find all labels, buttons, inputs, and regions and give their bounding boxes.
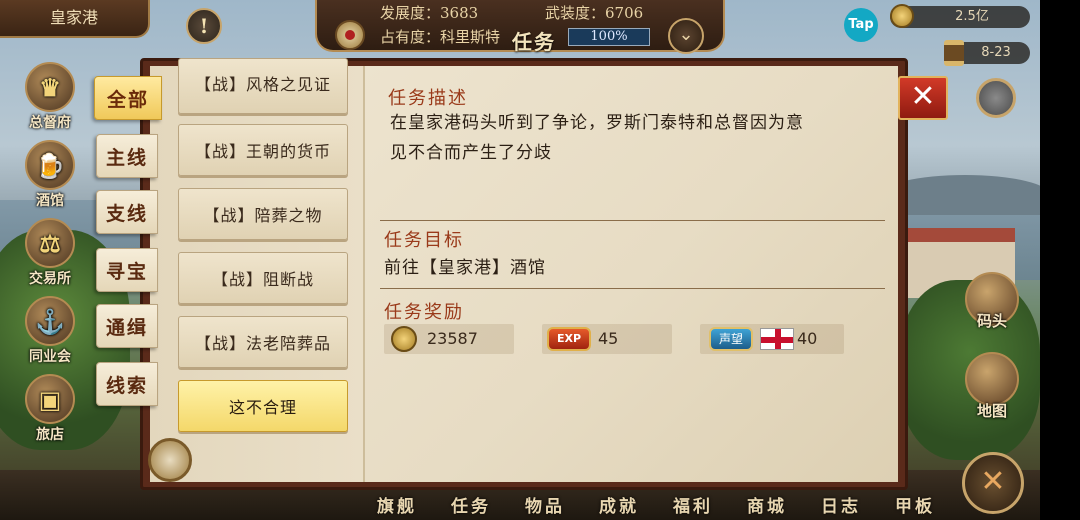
crossed-swords-icon[interactable]: ✕ bbox=[962, 452, 1024, 514]
quest-item[interactable]: 【战】陪葬之物 bbox=[178, 188, 348, 240]
desc-line: 在皇家港码头听到了争论，罗斯门泰特和总督因为意 bbox=[390, 113, 804, 133]
city-button-label: 交易所 bbox=[29, 271, 71, 287]
dock-label: 码头 bbox=[976, 312, 1007, 330]
screen-title: 任务 bbox=[512, 30, 556, 54]
quest-item-selected[interactable]: 这不合理 bbox=[178, 380, 348, 432]
reputation-icon: 声望 bbox=[709, 327, 753, 351]
city-button-label: 同业会 bbox=[29, 349, 71, 365]
desc-line: 见不合而产生了分歧 bbox=[390, 143, 552, 163]
nav-log[interactable]: 日志 bbox=[804, 492, 878, 520]
tab-all[interactable]: 全部 bbox=[94, 76, 162, 120]
desc-heading: 任务描述 bbox=[388, 88, 468, 109]
nav-deck[interactable]: 甲板 bbox=[878, 492, 952, 520]
chest-icon: ▣ bbox=[25, 374, 75, 424]
nav-quests[interactable]: 任务 bbox=[434, 492, 508, 520]
map-scroll-icon bbox=[965, 352, 1019, 406]
exp-icon: EXP bbox=[547, 327, 591, 351]
occupancy-percent: 100% bbox=[590, 29, 628, 44]
anchor-shield-icon: ⚓ bbox=[25, 296, 75, 346]
city-button-inn[interactable]: ▣ 旅店 bbox=[22, 374, 78, 444]
port-name[interactable]: 皇家港 bbox=[0, 0, 150, 38]
map-button[interactable]: 地图 bbox=[962, 352, 1022, 421]
tab-clues[interactable]: 线索 bbox=[96, 362, 158, 406]
divider bbox=[380, 220, 885, 221]
occupancy-stat: 占有度：科里斯特 bbox=[380, 28, 501, 46]
compass-icon[interactable] bbox=[148, 438, 192, 482]
screen-edge bbox=[1040, 0, 1080, 520]
reward-reputation: 40 bbox=[797, 329, 818, 348]
tap-button[interactable]: Tap bbox=[844, 8, 878, 42]
nav-achievements[interactable]: 成就 bbox=[582, 492, 656, 520]
dock-button[interactable]: 码头 bbox=[962, 272, 1022, 331]
reward-heading: 任务奖励 bbox=[384, 302, 464, 323]
nav-items[interactable]: 物品 bbox=[508, 492, 582, 520]
city-button-tavern[interactable]: 🍺 酒馆 bbox=[22, 140, 78, 210]
quest-item[interactable]: 【战】阻断战 bbox=[178, 252, 348, 304]
tab-main[interactable]: 主线 bbox=[96, 134, 158, 178]
gear-icon[interactable] bbox=[976, 78, 1016, 118]
map-label: 地图 bbox=[976, 402, 1007, 420]
quest-item[interactable]: 【战】风格之见证 bbox=[178, 58, 348, 114]
quest-item[interactable]: 【战】法老陪葬品 bbox=[178, 316, 348, 368]
city-button-guild[interactable]: ⚓ 同业会 bbox=[22, 296, 78, 366]
tab-treasure[interactable]: 寻宝 bbox=[96, 248, 158, 292]
nav-flagship[interactable]: 旗舰 bbox=[360, 492, 434, 520]
nav-welfare[interactable]: 福利 bbox=[656, 492, 730, 520]
development-stat: 发展度：3683 bbox=[380, 4, 479, 22]
divider bbox=[380, 288, 885, 289]
bottom-nav: 旗舰 任务 物品 成就 福利 商城 日志 甲板 bbox=[360, 492, 952, 520]
beer-icon: 🍺 bbox=[25, 140, 75, 190]
city-button-label: 酒馆 bbox=[36, 193, 64, 209]
quest-item[interactable]: 【战】王朝的货币 bbox=[178, 124, 348, 176]
armament-stat: 武装度：6706 bbox=[545, 4, 644, 22]
city-button-label: 总督府 bbox=[29, 115, 71, 131]
city-button-governor[interactable]: ♛ 总督府 bbox=[22, 62, 78, 132]
reward-exp: 45 bbox=[598, 329, 619, 348]
chevron-down-icon[interactable]: ⌄ bbox=[668, 18, 704, 54]
england-flag-icon bbox=[760, 328, 794, 350]
scales-icon: ⚖ bbox=[25, 218, 75, 268]
occupancy-bar: 100% bbox=[568, 28, 650, 46]
city-button-exchange[interactable]: ⚖ 交易所 bbox=[22, 218, 78, 288]
crown-icon: ♛ bbox=[25, 62, 75, 112]
gold-coin-icon bbox=[391, 326, 417, 352]
tab-wanted[interactable]: 通缉 bbox=[96, 304, 158, 348]
close-button[interactable]: ✕ bbox=[898, 76, 948, 120]
nav-shop[interactable]: 商城 bbox=[730, 492, 804, 520]
city-button-label: 旅店 bbox=[36, 427, 64, 443]
gold-coin-icon bbox=[890, 4, 914, 28]
alert-icon[interactable]: ! bbox=[186, 8, 222, 44]
nation-emblem-icon bbox=[335, 20, 365, 50]
hourglass-icon bbox=[944, 40, 964, 66]
tab-side[interactable]: 支线 bbox=[96, 190, 158, 234]
goal-heading: 任务目标 bbox=[384, 230, 464, 251]
goal-text: 前往【皇家港】酒馆 bbox=[384, 258, 546, 278]
reward-gold: 23587 bbox=[427, 329, 478, 348]
